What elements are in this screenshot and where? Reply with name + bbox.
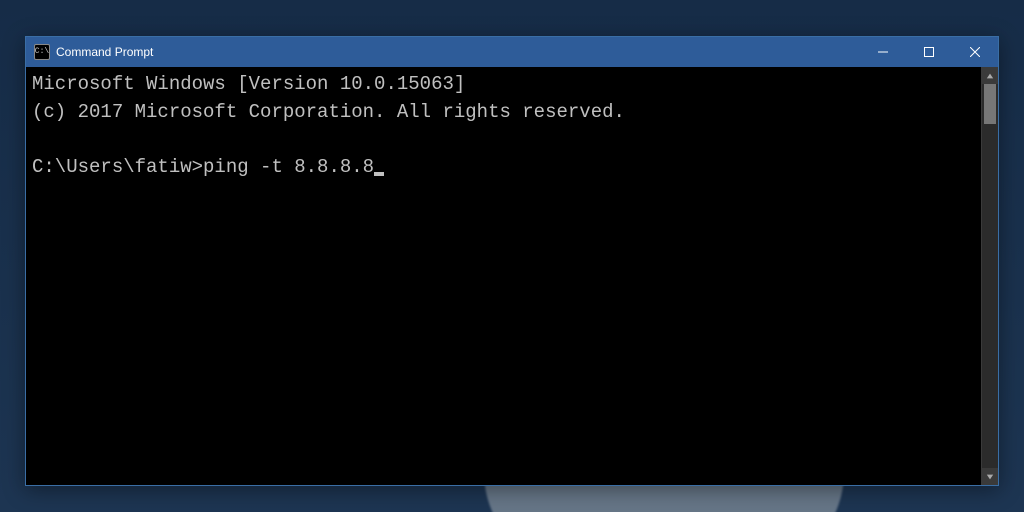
terminal-output[interactable]: Microsoft Windows [Version 10.0.15063] (… [26,67,981,485]
output-line-1: Microsoft Windows [Version 10.0.15063] [32,73,465,95]
vertical-scrollbar[interactable] [981,67,998,485]
prompt-text: C:\Users\fatiw> [32,156,203,178]
desktop-background: C:\ Command Prompt Microsoft Windows [Ve… [0,0,1024,512]
command-text: ping -t 8.8.8.8 [203,156,374,178]
text-cursor [374,172,384,176]
command-prompt-window: C:\ Command Prompt Microsoft Windows [Ve… [25,36,999,486]
close-button[interactable] [952,37,998,67]
scroll-up-button[interactable] [982,67,998,84]
client-area: Microsoft Windows [Version 10.0.15063] (… [26,67,998,485]
output-line-2: (c) 2017 Microsoft Corporation. All righ… [32,101,625,123]
scroll-track[interactable] [982,84,998,468]
cmd-icon: C:\ [34,44,50,60]
window-title: Command Prompt [56,45,153,59]
minimize-button[interactable] [860,37,906,67]
maximize-button[interactable] [906,37,952,67]
scroll-thumb[interactable] [984,84,996,124]
scroll-down-button[interactable] [982,468,998,485]
titlebar[interactable]: C:\ Command Prompt [26,37,998,67]
